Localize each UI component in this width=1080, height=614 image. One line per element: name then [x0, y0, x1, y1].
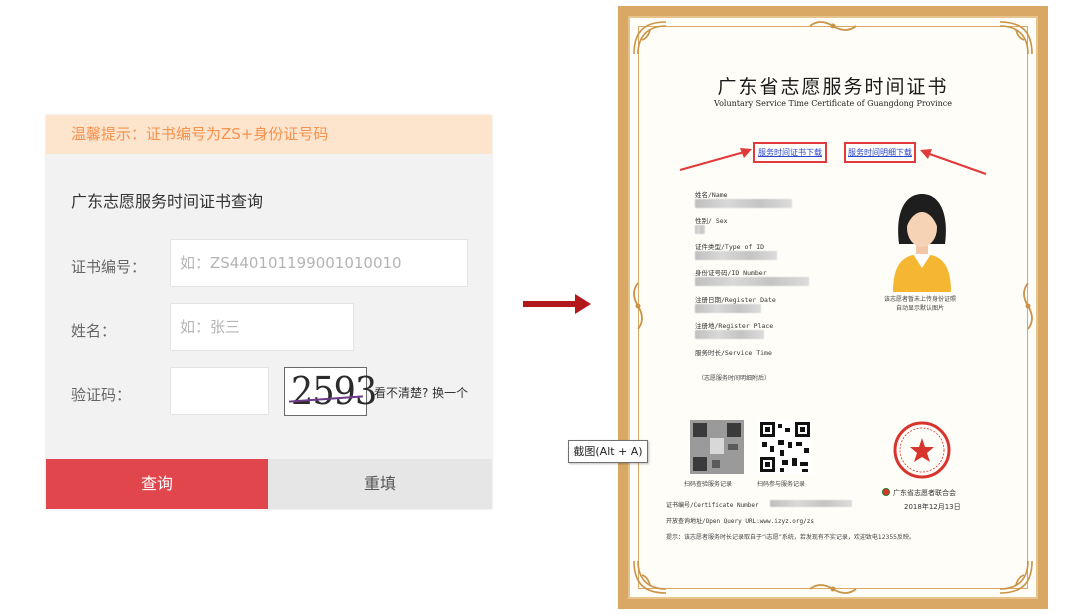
corner-ornament-icon [633, 21, 667, 55]
field-label-name: 姓名/Name [695, 191, 728, 199]
official-seal-icon [893, 421, 951, 479]
query-button[interactable]: 查询 [46, 459, 268, 509]
redacted-value [695, 277, 809, 286]
refresh-captcha-link[interactable]: 看不清楚? 换一个 [374, 384, 468, 401]
redacted-value [695, 225, 705, 234]
panel-title: 广东志愿服务时间证书查询 [71, 192, 264, 211]
service-detail-note: （志愿服务时间明细附后） [698, 375, 771, 382]
corner-ornament-icon [633, 560, 667, 594]
redacted-value [770, 500, 852, 507]
top-ornament-icon [809, 21, 857, 31]
field-label-register-date: 注册日期/Register Date [695, 296, 776, 304]
cert-no-input[interactable]: 如：ZS440101199001010010 [170, 239, 468, 287]
field-label-sex: 性别/ Sex [695, 217, 728, 225]
avatar-icon [893, 194, 951, 292]
arrow-right-icon [523, 294, 591, 314]
certificate-subtitle: Voluntary Service Time Certificate of Gu… [714, 99, 952, 108]
photo-note: 该志愿者暂未上传身份证照 自动显示默认图片 [884, 296, 957, 312]
qr-code-verify-icon [690, 420, 744, 474]
issuer-logo-icon [882, 488, 890, 496]
footer-tip: 提示：该志愿者服务时长记录取自于“i志愿”系统，若发现有不实记录，欢迎致电123… [666, 534, 915, 541]
download-certificate-link[interactable]: 服务时间证书下载 [753, 142, 827, 163]
screen: 温馨提示：证书编号为ZS+身份证号码 广东志愿服务时间证书查询 证书编号： 如：… [0, 0, 1080, 614]
field-label-id-type: 证件类型/Type of ID [695, 243, 765, 251]
certificate-query-panel: 温馨提示：证书编号为ZS+身份证号码 广东志愿服务时间证书查询 证书编号： 如：… [46, 115, 492, 509]
query-url: 开放查询地址/Open Query URL:www.izyz.org/zs [666, 518, 814, 525]
corner-ornament-icon [999, 21, 1033, 55]
download-detail-link[interactable]: 服务时间明细下载 [844, 142, 916, 163]
qr-code-participate-icon [758, 420, 812, 474]
pointer-arrow-icon [920, 149, 987, 176]
name-input[interactable]: 如：张三 [170, 303, 354, 351]
redacted-value [695, 304, 761, 313]
field-label-register-place: 注册地/Register Place [695, 322, 774, 330]
name-label: 姓名： [71, 322, 117, 340]
redacted-value [695, 251, 777, 260]
cert-no-label: 证书编号： [71, 258, 147, 276]
issuer: 广东省志愿者联合会 [882, 488, 956, 498]
corner-ornament-icon [999, 560, 1033, 594]
captcha-text: 2593 [291, 369, 377, 413]
certificate-number-label: 证书编号/Certificate Number [666, 502, 759, 509]
pointer-arrow-icon [679, 148, 752, 172]
certificate: 广东省志愿服务时间证书 Voluntary Service Time Certi… [618, 6, 1048, 609]
field-label-service-time: 服务时长/Service Time [695, 349, 772, 357]
bottom-ornament-icon [809, 584, 857, 594]
qr-participate-label: 扫码参与服务记录 [757, 481, 806, 488]
captcha-image[interactable]: 2593 [284, 367, 377, 416]
captcha-input[interactable] [170, 367, 269, 415]
screenshot-tooltip: 截图(Alt + A) [568, 440, 648, 463]
issue-date: 2018年12月13日 [904, 503, 961, 511]
tip-banner: 温馨提示：证书编号为ZS+身份证号码 [46, 115, 492, 154]
left-ornament-icon [633, 282, 643, 330]
field-label-id-number: 身份证号码/ID Number [695, 269, 767, 277]
issuer-name: 广东省志愿者联合会 [893, 489, 956, 497]
certificate-title: 广东省志愿服务时间证书 [717, 76, 949, 98]
qr-verify-label: 扫码查验服务记录 [684, 481, 733, 488]
captcha-label: 验证码： [71, 386, 132, 404]
reset-button[interactable]: 重填 [268, 459, 492, 509]
right-ornament-icon [1023, 282, 1033, 330]
redacted-value [695, 199, 792, 208]
redacted-value [695, 330, 764, 339]
